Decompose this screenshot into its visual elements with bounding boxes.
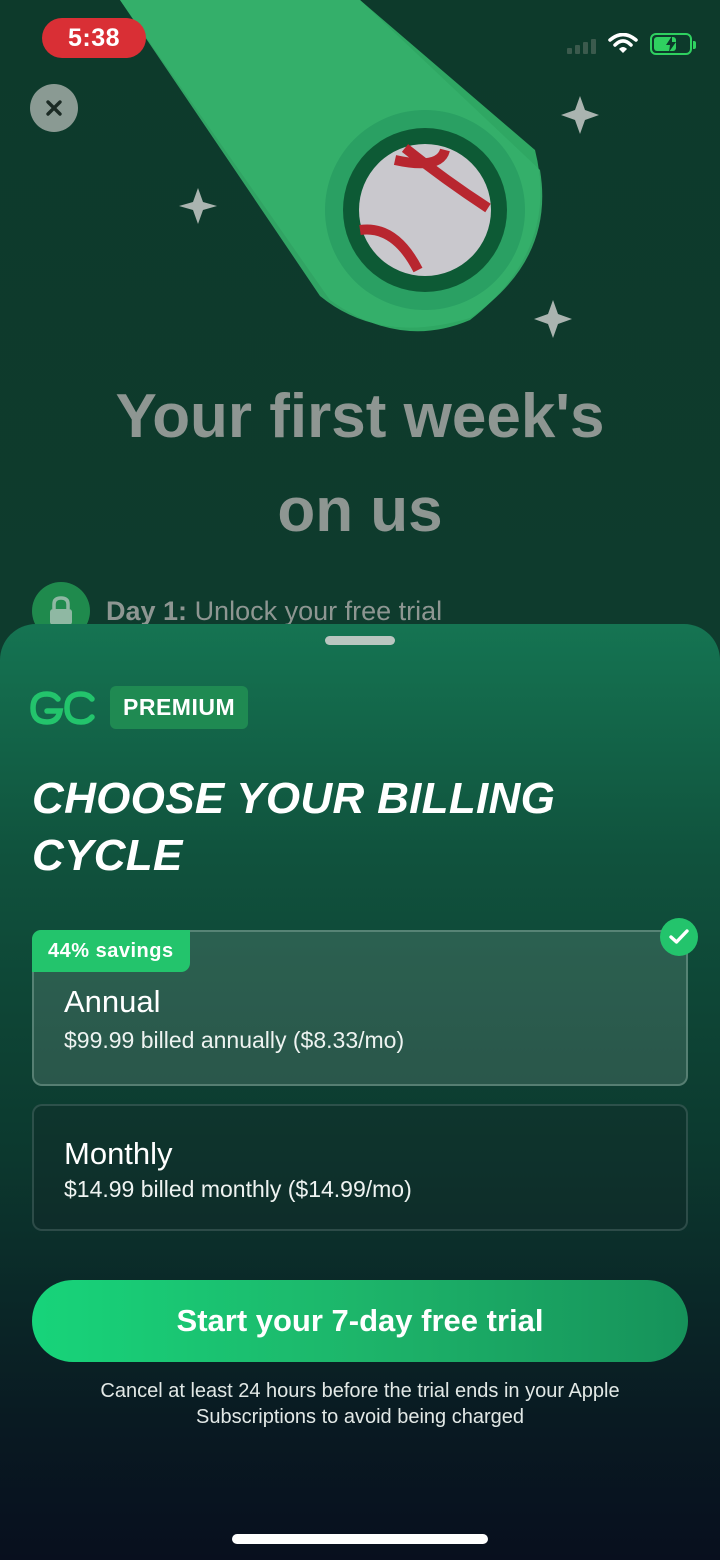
gc-logo-icon [30,690,95,725]
plan-name: Monthly [64,1136,173,1171]
hero-title-line1: Your first week's [115,382,605,451]
start-trial-button[interactable]: Start your 7-day free trial [32,1280,688,1362]
home-indicator[interactable] [232,1534,488,1544]
paywall-screen: 5:38 Your first week's on us Day 1: Unlo… [0,0,720,1560]
plan-price: $14.99 billed monthly ($14.99/mo) [64,1176,412,1202]
sheet-grabber[interactable] [325,636,395,645]
sheet-title: CHOOSE YOUR BILLING CYCLE [32,774,556,880]
plan-price: $99.99 billed annually ($8.33/mo) [64,1027,405,1053]
cancellation-fineprint: Cancel at least 24 hours before the tria… [100,1380,620,1428]
status-icons [567,30,696,58]
plan-option-monthly[interactable]: Monthly $14.99 billed monthly ($14.99/mo… [32,1104,688,1231]
checkmark-icon [660,918,698,956]
billing-sheet: PREMIUM CHOOSE YOUR BILLING CYCLE 44% sa… [0,624,720,1560]
status-time: 5:38 [42,18,146,58]
day-label: Day 1: [106,595,188,626]
brand-row: PREMIUM [30,686,249,729]
close-icon [46,100,62,116]
plan-name: Annual [64,984,161,1019]
hero-title-line2: on us [277,476,443,545]
battery-charging-icon [650,33,696,55]
premium-badge: PREMIUM [110,686,249,729]
close-button[interactable] [30,84,78,132]
hero-title: Your first week's on us [0,370,720,558]
cellular-signal-icon [567,34,596,54]
day-text: Unlock your free trial [194,595,443,626]
plan-option-annual[interactable]: 44% savings Annual $99.99 billed annuall… [32,918,698,1086]
savings-badge: 44% savings [32,930,190,972]
wifi-icon [608,33,638,53]
